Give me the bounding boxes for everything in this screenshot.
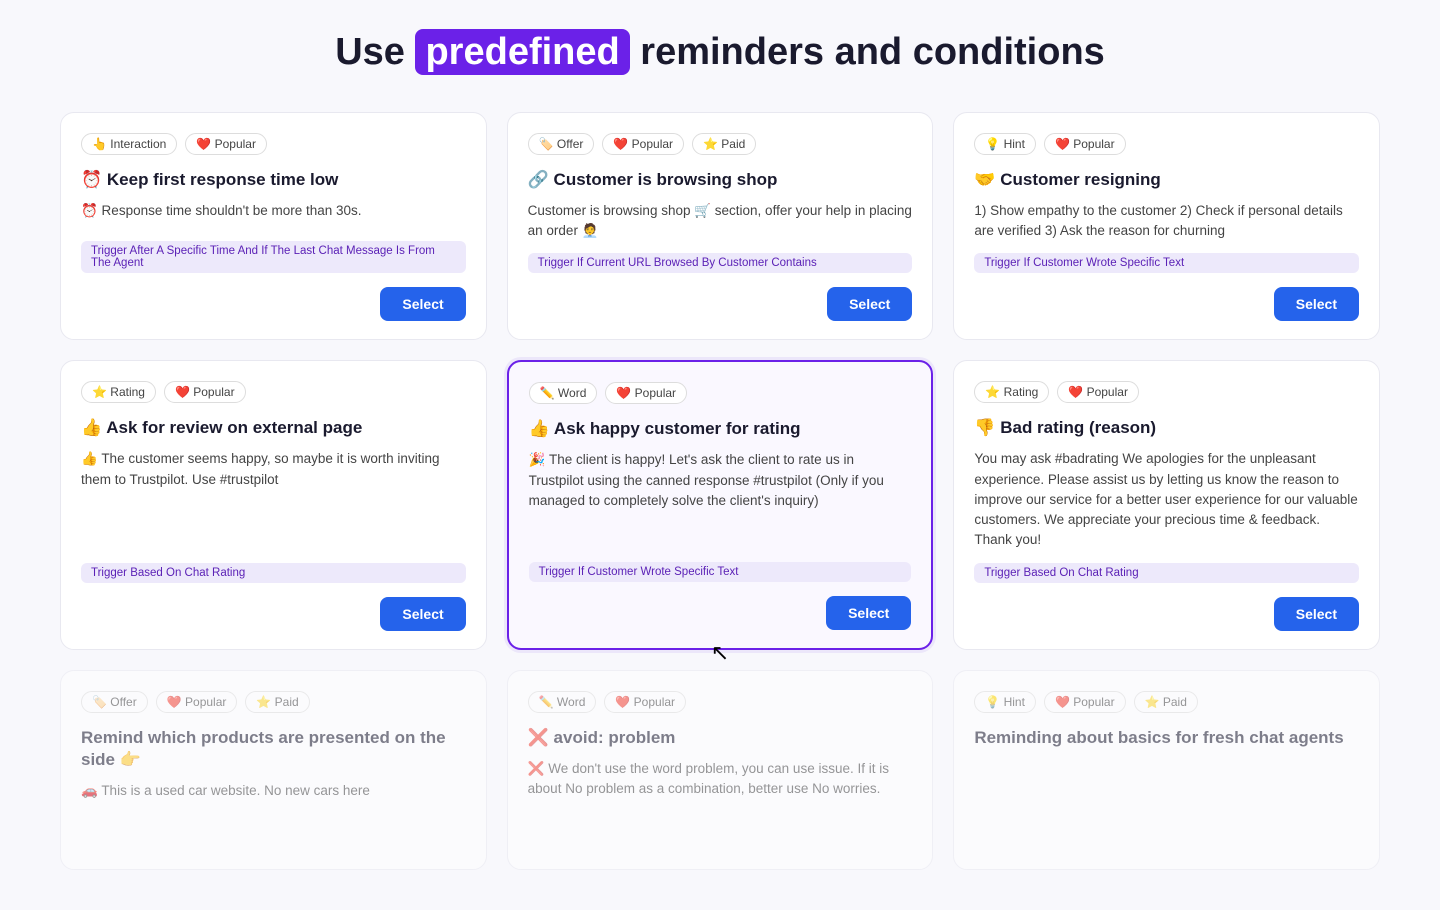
card-footer: Select xyxy=(974,287,1359,321)
card-remind-products: 🏷️ Offer ❤️ Popular ⭐ Paid Remind which pro… xyxy=(60,670,487,870)
tag-offer: 🏷️ Offer xyxy=(528,133,595,155)
card-title: 🔗 Customer is browsing shop xyxy=(528,169,913,191)
tag-hint: 💡 Hint xyxy=(974,691,1036,713)
tag-popular: ❤️ Popular xyxy=(604,691,686,713)
tag-interaction: 👆 Interaction xyxy=(81,133,177,155)
card-description: Customer is browsing shop 🛒 section, off… xyxy=(528,201,913,242)
card-title: 👎 Bad rating (reason) xyxy=(974,417,1359,439)
tag-popular: ❤️ Popular xyxy=(164,381,246,403)
card-ask-happy-rating: ✏️ Word ❤️ Popular 👍 Ask happy customer fo… xyxy=(507,360,934,649)
card-reminding-basics: 💡 Hint ❤️ Popular ⭐ Paid Reminding about ba… xyxy=(953,670,1380,870)
card-footer: Select xyxy=(81,597,466,631)
trigger-badge: Trigger If Customer Wrote Specific Text xyxy=(974,253,1359,273)
tag-paid: ⭐ Paid xyxy=(245,691,309,713)
trigger-badge: Trigger If Customer Wrote Specific Text xyxy=(529,562,912,582)
tag-popular: ❤️ Popular xyxy=(1044,133,1126,155)
card-description: You may ask #badrating We apologies for … xyxy=(974,449,1359,550)
cursor-indicator: ↖ xyxy=(711,640,729,666)
trigger-badge: Trigger After A Specific Time And If The… xyxy=(81,241,466,273)
tag-popular: ❤️ Popular xyxy=(602,133,684,155)
card-tags: 🏷️ Offer ❤️ Popular ⭐ Paid xyxy=(81,691,466,713)
tag-word: ✏️ Word xyxy=(529,382,598,404)
tag-word: ✏️ Word xyxy=(528,691,597,713)
tag-paid: ⭐ Paid xyxy=(692,133,756,155)
card-description: 👍 The customer seems happy, so maybe it … xyxy=(81,449,466,550)
card-description: ❌ We don't use the word problem, you can… xyxy=(528,759,913,839)
card-description: 🎉 The client is happy! Let's ask the cli… xyxy=(529,450,912,549)
tag-popular: ❤️ Popular xyxy=(185,133,267,155)
card-title: 👍 Ask happy customer for rating xyxy=(529,418,912,440)
select-button[interactable]: Select xyxy=(827,287,912,321)
tag-paid: ⭐ Paid xyxy=(1134,691,1198,713)
card-avoid-problem: ✏️ Word ❤️ Popular ❌ avoid: problem ❌ We do… xyxy=(507,670,934,870)
card-description xyxy=(974,759,1359,839)
card-customer-browsing: 🏷️ Offer ❤️ Popular ⭐ Paid 🔗 Customer is br… xyxy=(507,112,934,341)
card-tags: ⭐ Rating ❤️ Popular xyxy=(974,381,1359,403)
card-footer: Select xyxy=(974,597,1359,631)
trigger-badge: Trigger Based On Chat Rating xyxy=(974,563,1359,583)
tag-popular: ❤️ Popular xyxy=(605,382,687,404)
select-button[interactable]: Select xyxy=(826,596,911,630)
card-title: ⏰ Keep first response time low xyxy=(81,169,466,191)
card-title: Reminding about basics for fresh chat ag… xyxy=(974,727,1359,749)
card-tags: 👆 Interaction ❤️ Popular xyxy=(81,133,466,155)
select-button[interactable]: Select xyxy=(1274,287,1359,321)
select-button[interactable]: Select xyxy=(1274,597,1359,631)
tag-popular: ❤️ Popular xyxy=(1057,381,1139,403)
card-tags: ✏️ Word ❤️ Popular xyxy=(528,691,913,713)
tag-popular: ❤️ Popular xyxy=(1044,691,1126,713)
card-title: ❌ avoid: problem xyxy=(528,727,913,749)
card-tags: ⭐ Rating ❤️ Popular xyxy=(81,381,466,403)
card-footer: Select xyxy=(529,596,912,630)
tag-popular: ❤️ Popular xyxy=(156,691,238,713)
card-footer: Select xyxy=(528,287,913,321)
card-description: 1) Show empathy to the customer 2) Check… xyxy=(974,201,1359,242)
card-title: 🤝 Customer resigning xyxy=(974,169,1359,191)
select-button[interactable]: Select xyxy=(380,597,465,631)
card-description: ⏰ Response time shouldn't be more than 3… xyxy=(81,201,466,230)
tag-rating: ⭐ Rating xyxy=(974,381,1049,403)
trigger-badge: Trigger Based On Chat Rating xyxy=(81,563,466,583)
card-tags: ✏️ Word ❤️ Popular xyxy=(529,382,912,404)
card-customer-resigning: 💡 Hint ❤️ Popular 🤝 Customer resigning 1) S… xyxy=(953,112,1380,341)
page-title: Use predefined reminders and conditions xyxy=(60,30,1380,76)
card-tags: 💡 Hint ❤️ Popular ⭐ Paid xyxy=(974,691,1359,713)
card-ask-review: ⭐ Rating ❤️ Popular 👍 Ask for review on ex… xyxy=(60,360,487,649)
tag-rating: ⭐ Rating xyxy=(81,381,156,403)
card-bad-rating: ⭐ Rating ❤️ Popular 👎 Bad rating (reason) Y… xyxy=(953,360,1380,649)
cards-grid: 👆 Interaction ❤️ Popular ⏰ Keep first resp… xyxy=(60,112,1380,870)
tag-hint: 💡 Hint xyxy=(974,133,1036,155)
card-title: Remind which products are presented on t… xyxy=(81,727,466,771)
card-footer: Select xyxy=(81,287,466,321)
card-title: 👍 Ask for review on external page xyxy=(81,417,466,439)
select-button[interactable]: Select xyxy=(380,287,465,321)
card-keep-response-time: 👆 Interaction ❤️ Popular ⏰ Keep first resp… xyxy=(60,112,487,341)
trigger-badge: Trigger If Current URL Browsed By Custom… xyxy=(528,253,913,273)
card-tags: 💡 Hint ❤️ Popular xyxy=(974,133,1359,155)
card-tags: 🏷️ Offer ❤️ Popular ⭐ Paid xyxy=(528,133,913,155)
tag-offer: 🏷️ Offer xyxy=(81,691,148,713)
